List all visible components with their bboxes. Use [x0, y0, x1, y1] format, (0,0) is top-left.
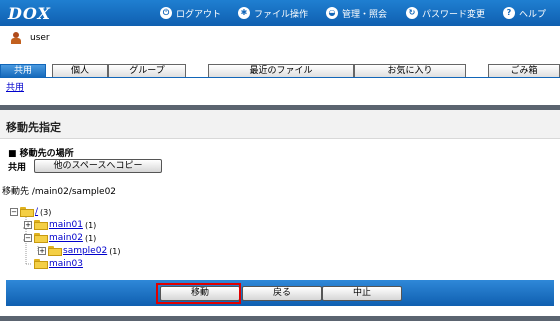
help-icon: ?	[503, 7, 515, 19]
collapse-icon[interactable]: −	[24, 234, 32, 242]
tree-node-count: (1)	[109, 246, 121, 256]
collapse-icon[interactable]: −	[10, 208, 18, 216]
copy-to-other-space-button[interactable]: 他のスペースへコピー	[34, 159, 163, 173]
tab-personal[interactable]: 個人	[52, 64, 108, 78]
cancel-button[interactable]: 中止	[322, 286, 402, 301]
space-label: 共用	[8, 162, 27, 173]
destination-path: 移動先 /main02/sample02	[2, 187, 117, 197]
footer-divider	[0, 316, 560, 321]
tree-node-main02[interactable]: − main02 (1)	[24, 232, 96, 244]
user-icon	[10, 31, 22, 45]
password-change-label: パスワード変更	[422, 9, 486, 20]
tree-node-label[interactable]: sample02	[63, 246, 107, 256]
help-link[interactable]: ? ヘルプ	[503, 6, 546, 20]
open-folder-icon	[34, 233, 48, 243]
user-info: user	[10, 30, 50, 46]
tree-node-count: (1)	[84, 233, 97, 243]
tree-node-label[interactable]: main02	[49, 233, 83, 243]
logout-label: ログアウト	[176, 9, 222, 20]
destination-location-heading: ■ 移動先の場所	[8, 149, 74, 159]
tab-favorites[interactable]: お気に入り	[354, 64, 466, 78]
tree-node-label[interactable]: main03	[49, 259, 83, 269]
tree-node-main03[interactable]: main03	[34, 258, 85, 270]
action-bar: 移動 戻る 中止	[6, 280, 554, 306]
file-operation-icon: ✱	[238, 7, 250, 19]
page-title: 移動先指定	[6, 121, 61, 134]
tab-shared[interactable]: 共用	[0, 64, 46, 78]
file-operation-link[interactable]: ✱ ファイル操作	[238, 6, 308, 20]
folder-icon	[34, 259, 48, 269]
app-logo: DOX	[8, 4, 51, 23]
admin-icon: ◒	[326, 7, 338, 19]
tab-recent-files[interactable]: 最近のファイル	[208, 64, 354, 78]
tree-node-count: (3)	[40, 207, 52, 217]
tree-node-main01[interactable]: + main01 (1)	[24, 219, 96, 231]
top-navigation-bar: DOX ⏻ ログアウト ✱ ファイル操作 ◒ 管理・照会 ↻ パスワード変更 ?…	[0, 0, 560, 26]
tree-node-label[interactable]: /	[35, 207, 38, 217]
file-operation-label: ファイル操作	[254, 9, 309, 20]
title-band: 移動先指定	[0, 110, 560, 139]
password-change-link[interactable]: ↻ パスワード変更	[406, 6, 485, 20]
password-refresh-icon: ↻	[406, 7, 418, 19]
back-button[interactable]: 戻る	[242, 286, 322, 301]
expand-icon[interactable]: +	[38, 247, 46, 255]
breadcrumb[interactable]: 共用	[6, 80, 24, 93]
tab-group[interactable]: グループ	[108, 64, 186, 78]
tree-node-sample02[interactable]: + sample02 (1)	[38, 245, 121, 257]
tabs-divider	[0, 77, 560, 78]
folder-icon	[48, 246, 62, 256]
open-folder-icon	[20, 207, 34, 217]
folder-icon	[34, 220, 48, 230]
tab-trash[interactable]: ごみ箱	[488, 64, 560, 78]
admin-link[interactable]: ◒ 管理・照会	[326, 6, 387, 20]
space-row: 共用 他のスペースへコピー	[8, 159, 163, 173]
admin-label: 管理・照会	[342, 9, 388, 20]
logout-link[interactable]: ⏻ ログアウト	[160, 6, 221, 20]
help-label: ヘルプ	[519, 9, 547, 20]
tree-node-label[interactable]: main01	[49, 220, 83, 230]
move-button-highlight	[156, 283, 241, 304]
tree-node-count: (1)	[84, 220, 97, 230]
user-name: user	[30, 33, 50, 43]
tree-node-root[interactable]: − / (3)	[10, 206, 51, 218]
logout-icon: ⏻	[160, 7, 172, 19]
expand-icon[interactable]: +	[24, 221, 32, 229]
